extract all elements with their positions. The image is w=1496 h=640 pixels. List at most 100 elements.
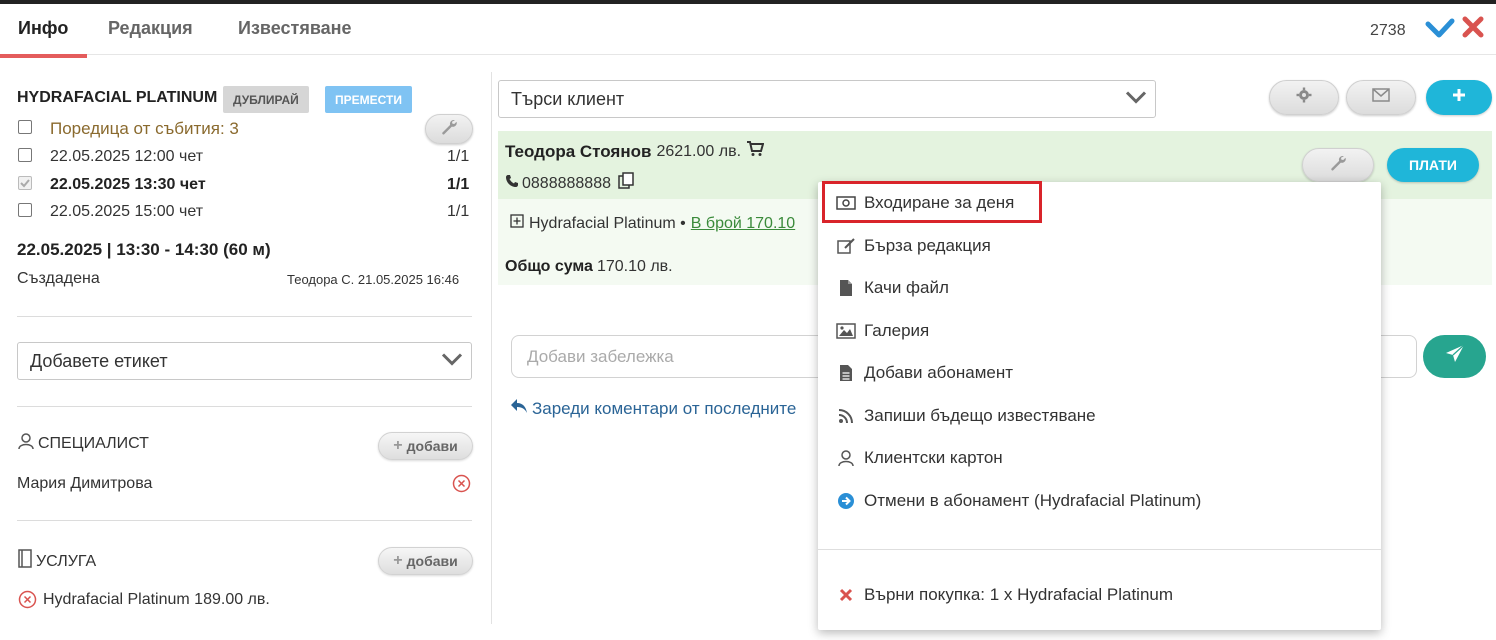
- menu-item-quick-edit[interactable]: Бърза редакция: [836, 236, 991, 256]
- pay-button[interactable]: ПЛАТИ: [1387, 148, 1479, 182]
- add-specialist-label: добави: [406, 438, 458, 454]
- menu-item-label: Бърза редакция: [864, 236, 991, 255]
- tab-bar: Инфо Редакция Известяване: [0, 4, 1496, 55]
- tab-info[interactable]: Инфо: [18, 18, 68, 39]
- menu-item-label: Отмени в абонамент (Hydrafacial Platinum…: [864, 491, 1202, 510]
- menu-item-future-notification[interactable]: Запиши бъдещо известяване: [836, 406, 1096, 426]
- created-label: Създадена: [17, 270, 100, 287]
- close-icon[interactable]: [1461, 15, 1485, 39]
- move-button[interactable]: ПРЕМЕСТИ: [325, 86, 412, 113]
- money-icon: [836, 196, 856, 210]
- menu-item-label: Клиентски картон: [864, 448, 1003, 467]
- client-phone[interactable]: 0888888888: [522, 175, 611, 193]
- copy-icon[interactable]: [618, 172, 634, 195]
- phone-icon: [505, 174, 519, 193]
- client-search-value: Търси клиент: [511, 88, 625, 109]
- service-item: Hydrafacial Platinum 189.00 лв.: [43, 591, 270, 608]
- specialist-heading-label: СПЕЦИАЛИСТ: [38, 434, 149, 452]
- event-checkbox-2[interactable]: [18, 176, 32, 190]
- event-date-3[interactable]: 22.05.2025 15:00 чет: [50, 203, 203, 221]
- cart-icon[interactable]: [746, 141, 765, 162]
- image-icon: [836, 323, 856, 339]
- event-count-2: 1/1: [447, 176, 470, 193]
- email-button[interactable]: [1346, 80, 1416, 115]
- event-count-3: 1/1: [447, 203, 470, 220]
- created-by: Теодора С. 21.05.2025 16:46: [287, 272, 460, 287]
- add-specialist-button[interactable]: + добави: [378, 432, 473, 460]
- plus-icon: +: [393, 437, 403, 454]
- tab-notification[interactable]: Известяване: [238, 18, 352, 39]
- book-icon: [17, 549, 33, 574]
- menu-item-label: Добави абонамент: [864, 363, 1014, 382]
- add-service-button[interactable]: + добави: [378, 547, 473, 575]
- menu-item-cancel-subscription[interactable]: Отмени в абонамент (Hydrafacial Platinum…: [836, 491, 1201, 511]
- load-comments-link[interactable]: Зареди коментари от последните: [510, 398, 796, 419]
- menu-item-upload-file[interactable]: Качи файл: [836, 278, 949, 298]
- event-date-1[interactable]: 22.05.2025 12:00 чет: [50, 148, 203, 166]
- settings-button[interactable]: [1269, 80, 1339, 115]
- series-label[interactable]: Поредица от събития: 3: [50, 119, 239, 139]
- specialist-name: Мария Димитрова: [17, 475, 153, 492]
- paper-plane-icon: [1445, 344, 1465, 369]
- arrow-circle-right-icon: [836, 492, 856, 510]
- event-count-1: 1/1: [447, 148, 470, 165]
- menu-item-add-subscription[interactable]: Добави абонамент: [836, 363, 1013, 383]
- menu-item-return-purchase[interactable]: Върни покупка: 1 x Hydrafacial Platinum: [836, 585, 1173, 605]
- event-checkbox-3[interactable]: [18, 203, 32, 217]
- wrench-icon: [1329, 154, 1347, 177]
- menu-divider: [818, 549, 1381, 550]
- service-heading: УСЛУГА: [17, 549, 96, 574]
- total-label: Общо сума: [505, 258, 593, 275]
- record-number: 2738: [1370, 22, 1406, 39]
- add-client-button[interactable]: [1426, 80, 1492, 115]
- chevron-down-icon: [1125, 89, 1147, 110]
- menu-item-label: Галерия: [864, 321, 930, 340]
- reply-icon: [510, 398, 528, 419]
- user-icon: [836, 449, 856, 467]
- service-line-text: Hydrafacial Platinum •: [529, 214, 686, 232]
- active-tab-indicator: [0, 54, 87, 58]
- panel-divider: [491, 72, 492, 624]
- rss-icon: [836, 408, 856, 424]
- duplicate-button[interactable]: ДУБЛИРАЙ: [223, 86, 309, 113]
- client-header: Теодора Стоянов 2621.00 лв.: [505, 141, 765, 162]
- event-checkbox-1[interactable]: [18, 148, 32, 162]
- payment-link[interactable]: В брой 170.10: [691, 215, 795, 233]
- chevron-down-icon: [441, 351, 463, 372]
- menu-item-label: Качи файл: [864, 278, 949, 297]
- total-row: Общо сума 170.10 лв.: [505, 258, 673, 276]
- tag-select[interactable]: Добавете етикет: [17, 342, 472, 380]
- tag-select-value: Добавете етикет: [30, 350, 168, 371]
- client-search-select[interactable]: Търси клиент: [498, 80, 1156, 118]
- tab-edit[interactable]: Редакция: [108, 18, 193, 39]
- remove-specialist-icon[interactable]: [452, 474, 471, 498]
- specialist-heading: СПЕЦИАЛИСТ: [17, 432, 149, 455]
- client-balance: 2621.00 лв.: [656, 142, 742, 160]
- close-icon: [836, 588, 856, 602]
- plus-square-icon[interactable]: [510, 214, 524, 233]
- client-name[interactable]: Теодора Стоянов: [505, 142, 651, 162]
- send-note-button[interactable]: [1423, 335, 1486, 378]
- event-datetime: 22.05.2025 | 13:30 - 14:30 (60 м): [17, 240, 271, 259]
- plus-icon: [1451, 87, 1467, 108]
- service-heading-label: УСЛУГА: [36, 552, 97, 570]
- confirm-check-icon[interactable]: [1425, 16, 1455, 40]
- envelope-icon: [1372, 88, 1390, 107]
- client-phone-row: 0888888888: [505, 172, 634, 195]
- menu-item-client-card[interactable]: Клиентски картон: [836, 448, 1003, 468]
- event-date-2[interactable]: 22.05.2025 13:30 чет: [50, 176, 206, 194]
- menu-item-checkin-day[interactable]: Входиране за деня: [836, 193, 1014, 213]
- add-service-label: добави: [406, 553, 458, 569]
- remove-service-icon[interactable]: [18, 590, 37, 614]
- plus-icon: +: [393, 552, 403, 569]
- divider: [17, 406, 472, 407]
- client-settings-button[interactable]: [1302, 148, 1374, 182]
- service-line: Hydrafacial Platinum • В брой 170.10: [510, 214, 795, 233]
- series-checkbox[interactable]: [18, 120, 32, 134]
- menu-item-label: Входиране за деня: [864, 193, 1015, 212]
- menu-item-label: Запиши бъдещо известяване: [864, 406, 1096, 425]
- service-title: HYDRAFACIAL PLATINUM: [17, 89, 218, 106]
- series-settings-button[interactable]: [425, 114, 473, 144]
- menu-item-gallery[interactable]: Галерия: [836, 321, 929, 341]
- divider: [17, 316, 472, 317]
